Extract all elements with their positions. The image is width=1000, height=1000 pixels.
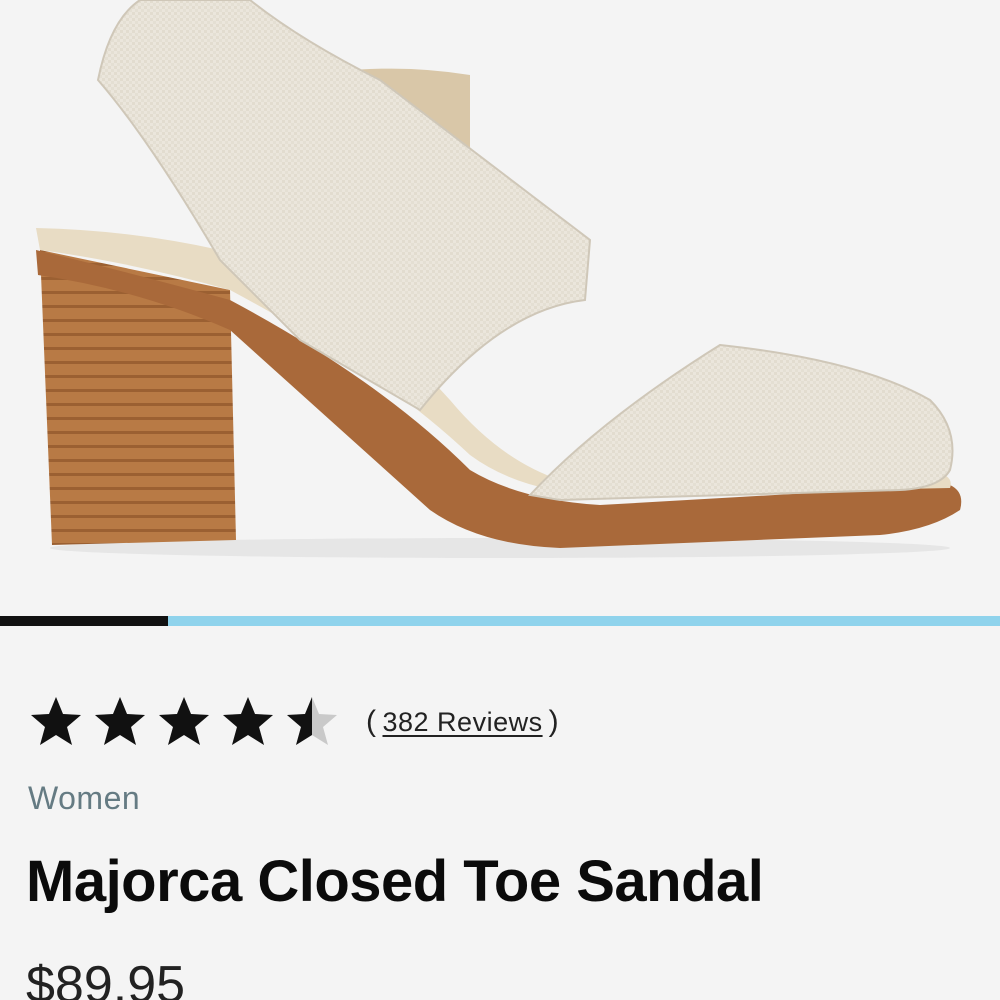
star-filled-icon <box>159 697 209 745</box>
rating-row: ( 382 Reviews ) <box>28 692 559 752</box>
reviews-link[interactable]: 382 Reviews <box>383 707 543 738</box>
star-filled-icon <box>223 697 273 745</box>
reviews-count: ( 382 Reviews ) <box>366 705 559 739</box>
sandal-illustration <box>36 0 962 558</box>
star-half-icon <box>287 697 337 745</box>
carousel-progress-fill <box>0 616 168 626</box>
product-price: $89.95 <box>26 956 186 1000</box>
star-rating <box>28 694 348 750</box>
product-category[interactable]: Women <box>28 780 140 817</box>
product-title: Majorca Closed Toe Sandal <box>26 849 764 914</box>
star-filled-icon <box>95 697 145 745</box>
star-filled-icon <box>31 697 81 745</box>
image-carousel-progress <box>0 616 1000 626</box>
reviews-close-paren: ) <box>548 705 560 738</box>
product-page: ( 382 Reviews ) Women Majorca Closed Toe… <box>0 0 1000 1000</box>
reviews-open-paren: ( <box>366 705 377 738</box>
product-image[interactable] <box>0 0 1000 612</box>
